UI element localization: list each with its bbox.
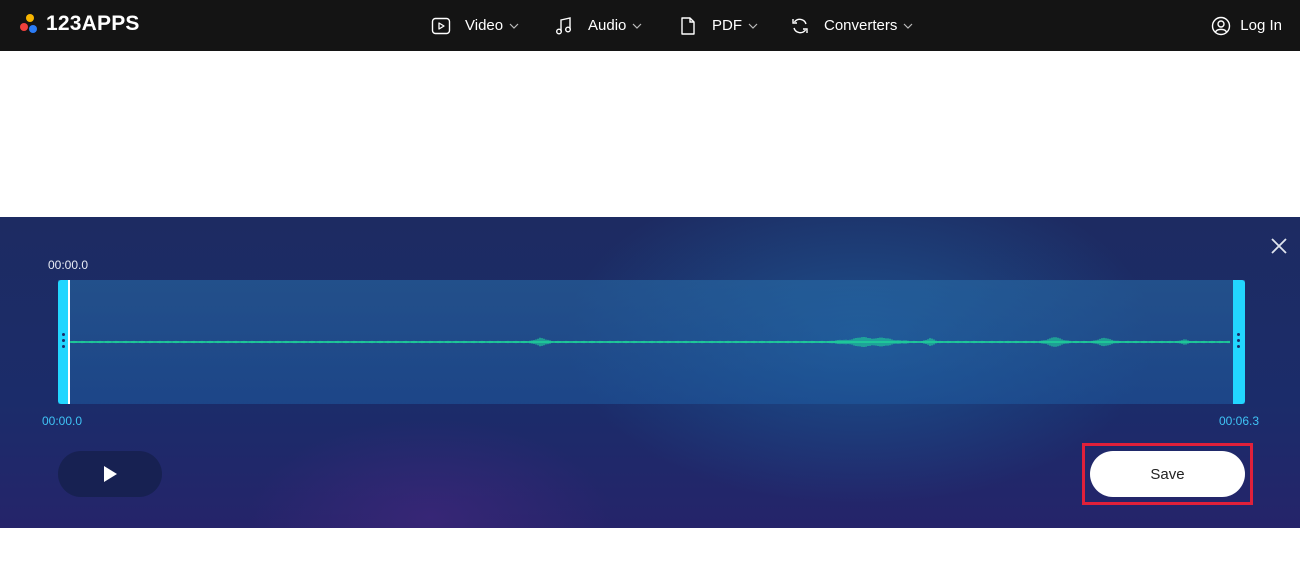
trim-end-time: 00:06.3: [1219, 414, 1260, 428]
top-header: 123APPS Video Audio PDF Converters Log I: [0, 0, 1300, 51]
nav-pdf-label: PDF: [712, 17, 742, 34]
nav-converters[interactable]: Converters: [790, 0, 913, 51]
logo-text: 123APPS: [46, 12, 140, 35]
chevron-down-icon: [748, 21, 758, 31]
chevron-down-icon: [509, 21, 519, 31]
music-note-icon: [554, 16, 574, 36]
current-time-label: 00:00.0: [48, 258, 89, 272]
grip-icon: [62, 333, 65, 349]
save-button[interactable]: Save: [1090, 451, 1245, 497]
nav-pdf[interactable]: PDF: [678, 0, 758, 51]
play-icon: [104, 466, 117, 482]
user-circle-icon: [1211, 16, 1231, 36]
playhead[interactable]: [68, 280, 70, 404]
nav-video-label: Video: [465, 17, 504, 34]
video-icon: [431, 16, 451, 36]
nav-video[interactable]: Video: [431, 0, 519, 51]
trim-start-time: 00:00.0: [42, 414, 83, 428]
chevron-down-icon: [903, 21, 913, 31]
play-button[interactable]: [58, 451, 162, 497]
grip-icon: [1237, 333, 1240, 349]
nav-converters-label: Converters: [824, 17, 898, 34]
waveform-graph: [70, 337, 1230, 347]
document-icon: [678, 16, 698, 36]
nav-audio[interactable]: Audio: [554, 0, 642, 51]
nav-audio-label: Audio: [588, 17, 627, 34]
close-icon[interactable]: [1269, 236, 1289, 256]
login-button[interactable]: Log In: [1211, 0, 1282, 51]
login-label: Log In: [1240, 17, 1282, 34]
trim-end-handle[interactable]: [1233, 280, 1245, 404]
site-logo[interactable]: 123APPS: [20, 12, 140, 36]
logo-dots-icon: [20, 13, 40, 35]
chevron-down-icon: [632, 21, 642, 31]
convert-icon: [790, 16, 810, 36]
